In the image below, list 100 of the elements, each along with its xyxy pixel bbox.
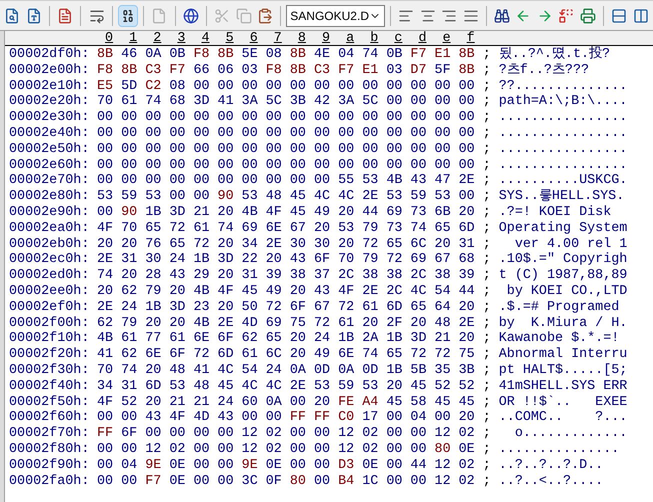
hex-byte: 00 [242,110,259,126]
hex-byte: 00 [290,110,307,126]
hex-byte: 39 [458,268,476,284]
hex-byte: 65 [434,220,452,237]
hex-byte: 00 [314,158,332,174]
hex-byte: 4B [193,284,211,300]
paste-icon [257,8,274,24]
hex-byte: 12 [242,442,259,458]
hex-byte: 3D [193,94,211,110]
hex-byte: 00 [218,442,235,458]
hex-byte: 49 [314,347,332,363]
hex-byte: 34 [97,378,114,395]
hex-byte: 67 [434,252,452,268]
hex-byte: 20 [145,394,162,410]
hex-byte: 02 [266,426,283,442]
ascii-text: ver 4.00 rel 1 [514,236,628,252]
offset-label: 00002f40h: [9,378,90,395]
ascii-text: ..?..?..?.D.. [498,458,604,474]
hex-byte: 12 [242,426,259,442]
hex-byte: 67 [290,220,307,237]
colored-document-icon [57,8,74,24]
hex-byte: 53 [362,378,380,395]
find-next-icon [536,8,553,24]
hex-byte: 00 [218,158,235,174]
hex-byte: 12 [434,474,452,490]
hex-byte: 20 [97,284,114,300]
column-label: 9 [321,31,332,45]
wrap-lines-icon [88,8,105,24]
hex-byte: 00 [386,126,404,142]
ascii-text: Kawanobe $.*.=! [498,331,620,347]
hex-byte: 6F [218,331,235,348]
hex-byte: 00 [314,142,332,158]
hex-byte: 61 [169,331,186,348]
hex-byte: 2E [362,189,380,205]
binary-button[interactable] [118,4,138,26]
offset-label: 00002f00h: [9,316,90,331]
hex-byte: 00 [410,78,428,94]
hex-byte: 6D [218,347,235,363]
hex-byte: 20 [338,204,356,221]
hex-byte: 21 [434,331,452,348]
hex-byte: 43 [169,268,186,284]
hex-byte: 6D [386,300,404,316]
file-dropdown[interactable]: SANGOKU2.D [286,4,385,26]
hex-byte: 00 [169,426,186,442]
offset-label: 00002eb0h: [9,236,90,252]
document-icon [151,8,168,24]
hex-byte: 53 [362,173,380,190]
hex-byte: 00 [193,474,211,490]
hex-byte: 52 [121,394,138,410]
hex-byte: C3 [145,62,162,79]
ascii-text: o............. [514,426,628,442]
hex-byte: 3D [169,300,186,316]
hex-byte: 00 [338,110,356,126]
hex-byte: 00 [434,158,452,174]
hex-byte: 0B [386,47,404,63]
hex-byte: 00 [121,173,138,190]
hex-byte: 00 [290,442,307,458]
hex-byte: 4B [97,331,114,348]
hex-byte: 68 [169,94,186,110]
hex-byte: 00 [434,142,452,158]
offset-label: 00002ee0h: [9,284,90,300]
printer-icon [580,8,596,24]
ascii-text: ................ [498,126,628,142]
ascii-text: by KOEI CO.,LTD [506,284,628,300]
hex-byte: F8 [193,47,211,63]
ascii-text: ................ [498,142,628,158]
hex-byte: 79 [362,220,380,237]
hex-byte: F7 [169,62,186,79]
separator: ; [482,474,492,490]
hex-byte: 00 [386,78,404,94]
ascii-text: .10$.=" Copyrigh [498,252,628,268]
hex-byte: 20 [458,410,476,426]
offset-label: 00002f50h: [9,394,90,410]
hex-byte: 38 [290,268,307,284]
hex-byte: 3B [458,362,476,379]
separator: ; [482,426,492,442]
hex-byte: 53 [242,189,259,205]
offset-label: 00002e20h: [9,94,90,110]
hex-byte: 48 [193,378,211,395]
hex-byte: 30 [290,236,307,252]
hex-byte: 41 [97,347,114,363]
ascii-text: path=A:\;B:\.... [498,94,628,110]
hex-byte: 5E [242,47,259,63]
ascii-text: OR !!$`.. EXEE [498,394,628,410]
hex-byte: 60 [242,394,259,410]
hex-byte: 61 [121,94,138,110]
offset-label: 00002e00h: [9,62,90,79]
hex-byte: 45 [290,204,307,221]
hex-byte: 00 [242,126,259,142]
hex-byte: 0A [290,362,307,379]
hex-byte: 65 [386,236,404,252]
hex-byte: 0D [314,362,332,379]
hex-byte: 3D [218,252,235,268]
hex-byte: 41 [193,362,211,379]
hex-byte: 4F [266,204,283,221]
hex-byte: 90 [218,189,235,205]
offset-label: 00002e70h: [9,173,90,189]
ascii-text: by K.Miura / H. [498,316,628,331]
hex-byte: 00 [145,142,162,158]
hex-byte: 00 [121,142,138,158]
